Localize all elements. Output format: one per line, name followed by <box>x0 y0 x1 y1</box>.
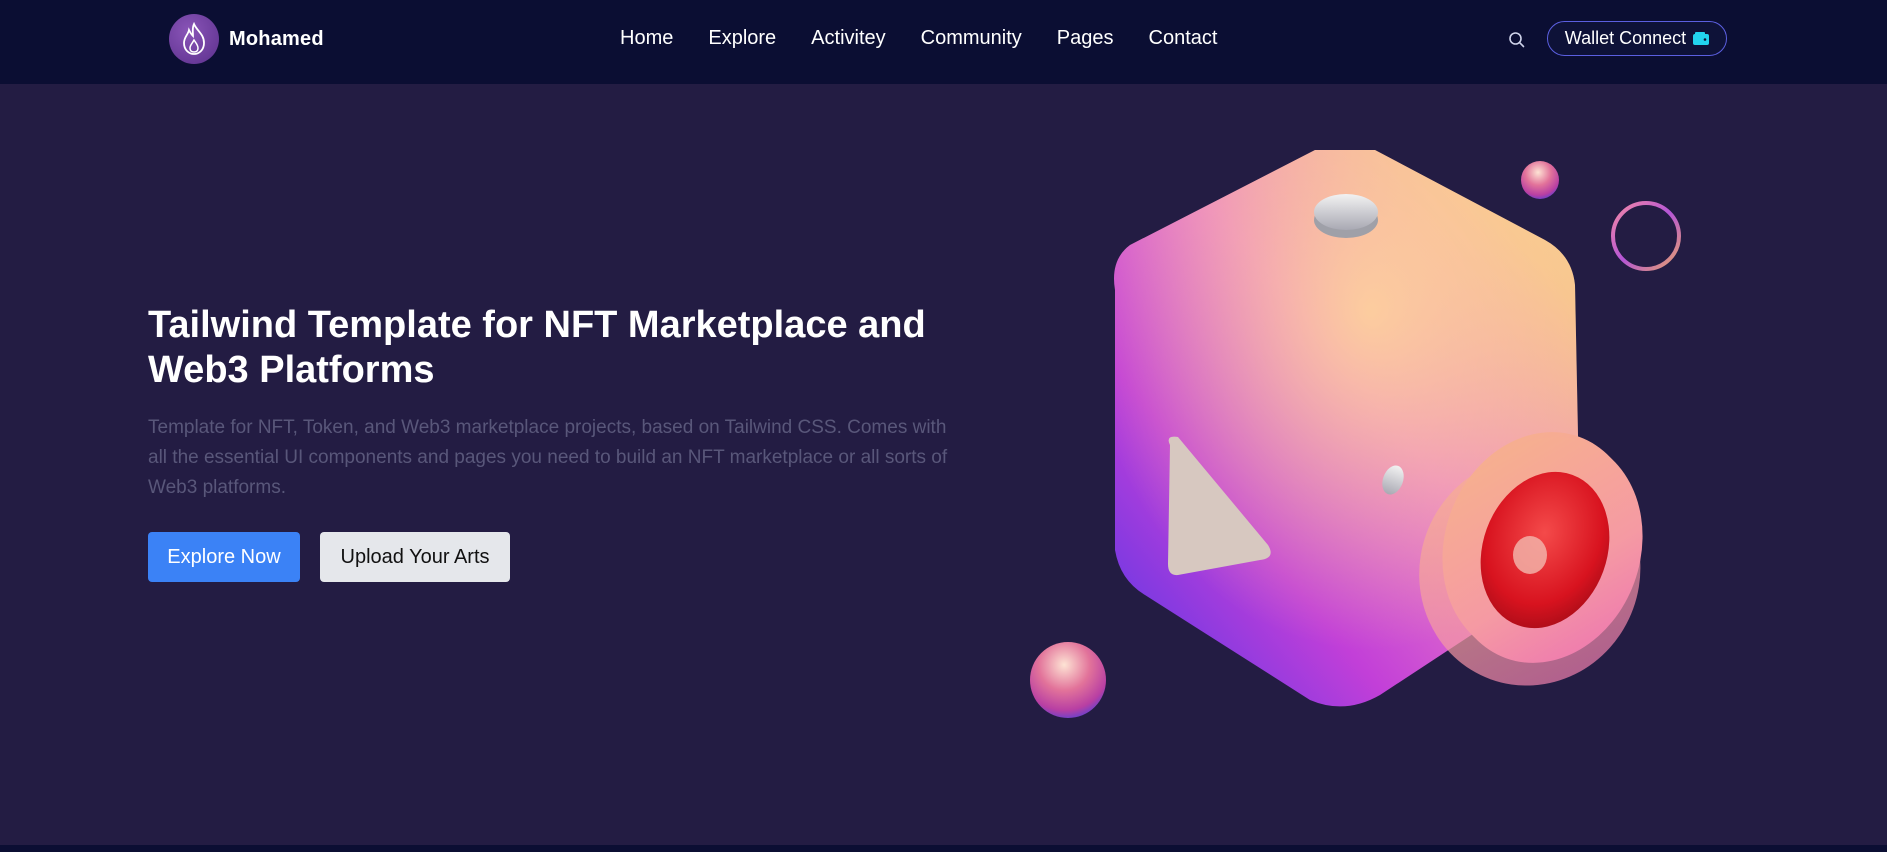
hero-description: Template for NFT, Token, and Web3 market… <box>148 417 948 498</box>
main-nav: Home Explore Activitey Community Pages C… <box>620 27 1252 50</box>
search-icon[interactable] <box>1507 30 1527 50</box>
nav-home[interactable]: Home <box>620 27 673 50</box>
hero-title: Tailwind Template for NFT Marketplace an… <box>148 304 926 391</box>
nav-explore[interactable]: Explore <box>708 27 776 50</box>
navbar: Mohamed Home Explore Activitey Community… <box>0 0 1887 84</box>
footer-edge <box>0 845 1887 852</box>
wallet-connect-button[interactable]: Wallet Connect <box>1547 21 1727 56</box>
nav-pages[interactable]: Pages <box>1057 27 1114 50</box>
flame-icon <box>169 14 219 64</box>
explore-now-button[interactable]: Explore Now <box>148 532 300 582</box>
nav-activity[interactable]: Activitey <box>811 27 885 50</box>
wallet-connect-label: Wallet Connect <box>1564 28 1687 48</box>
brand[interactable]: Mohamed <box>169 14 324 64</box>
brand-name: Mohamed <box>229 27 324 50</box>
3d-cube-speaker-illustration <box>1030 150 1681 718</box>
wallet-icon <box>1693 32 1710 45</box>
nav-contact[interactable]: Contact <box>1149 27 1218 50</box>
upload-arts-button[interactable]: Upload Your Arts <box>320 532 510 582</box>
nav-community[interactable]: Community <box>921 27 1022 50</box>
